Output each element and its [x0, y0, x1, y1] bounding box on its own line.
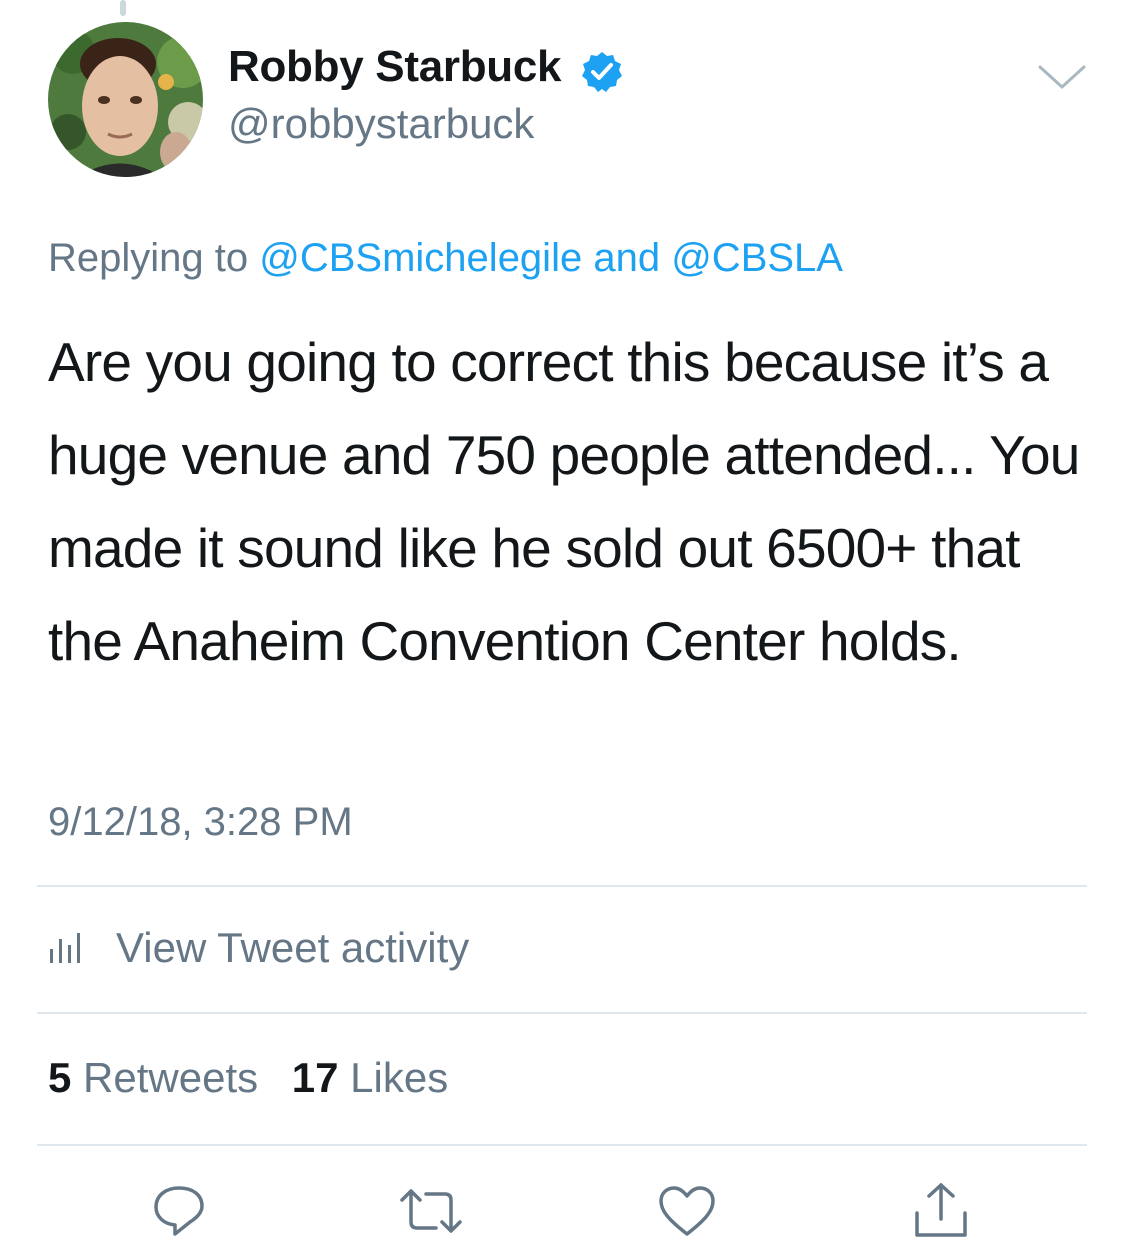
tweet-text: Are you going to correct this because it…: [48, 331, 1080, 672]
avatar-image: [48, 22, 203, 177]
view-tweet-activity-label: View Tweet activity: [116, 924, 470, 971]
replying-to-label: Replying to: [48, 236, 249, 280]
retweets-label: Retweets: [83, 1054, 259, 1101]
author-handle[interactable]: @robbystarbuck: [228, 100, 534, 148]
retweets-count: 5: [48, 1054, 72, 1101]
like-button[interactable]: [654, 1178, 720, 1244]
share-icon: [915, 1183, 967, 1237]
reply-icon: [154, 1186, 204, 1236]
bar-chart-icon: [50, 933, 80, 963]
mention-link-cbsla[interactable]: @CBSLA: [671, 236, 843, 280]
divider: [37, 885, 1087, 887]
tweet-timestamp: 9/12/18, 3:28 PM: [48, 800, 353, 844]
thread-connector-line: [120, 0, 126, 16]
view-tweet-activity-link[interactable]: View Tweet activity: [48, 920, 469, 976]
tweet-stats: 5 Retweets 17 Likes: [48, 1054, 470, 1102]
reply-button[interactable]: [146, 1178, 212, 1244]
divider: [37, 1012, 1087, 1014]
retweet-button[interactable]: [398, 1178, 464, 1244]
share-button[interactable]: [908, 1178, 974, 1244]
divider: [37, 1144, 1087, 1146]
replying-to-conjunction: and: [593, 236, 661, 280]
author-display-name[interactable]: Robby Starbuck: [228, 42, 562, 92]
retweet-icon: [400, 1189, 462, 1233]
like-icon: [659, 1186, 715, 1236]
likes-count: 17: [291, 1054, 339, 1101]
mention-link-cbsmichelegile[interactable]: @CBSmichelegile: [259, 236, 582, 280]
chevron-down-icon[interactable]: [1036, 62, 1088, 92]
replying-to: Replying to @CBSmichelegile and @CBSLA: [48, 236, 843, 281]
avatar[interactable]: [48, 22, 203, 177]
likes-label: Likes: [350, 1054, 449, 1101]
verified-badge-icon: [582, 52, 622, 92]
likes-stat[interactable]: 17 Likes: [292, 1054, 470, 1101]
retweets-stat[interactable]: 5 Retweets: [48, 1054, 292, 1101]
